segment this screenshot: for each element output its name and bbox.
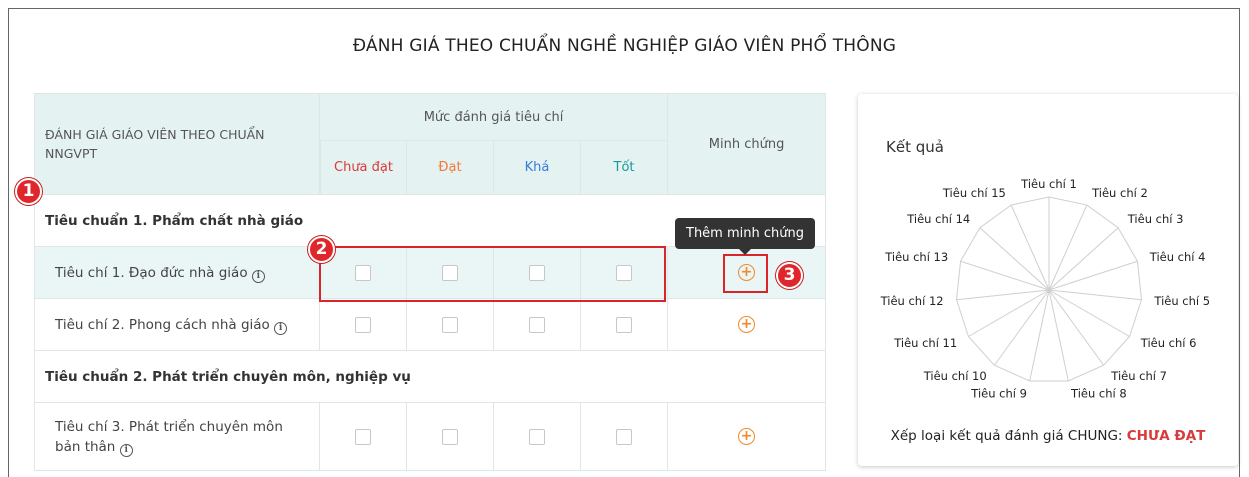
- checkbox-chua-dat[interactable]: [355, 428, 371, 445]
- checkbox-tot[interactable]: [616, 428, 633, 445]
- info-icon[interactable]: i: [119, 443, 133, 457]
- checkbox-dat[interactable]: [442, 428, 458, 445]
- header-criteria: ĐÁNH GIÁ GIÁO VIÊN THEO CHUẨN NNGVPT: [34, 93, 320, 195]
- checkbox-tot[interactable]: [616, 316, 633, 333]
- add-evidence-icon[interactable]: +: [738, 428, 756, 445]
- radar-axis-label: Tiêu chí 2: [1091, 186, 1148, 200]
- info-icon[interactable]: i: [274, 321, 288, 335]
- radar-axis-label: Tiêu chí 13: [884, 250, 948, 264]
- radar-chart: Tiêu chí 1 Tiêu chí 2 Tiêu chí 3 Tiêu chí 4…: [880, 177, 1210, 401]
- radar-spoke: [960, 260, 1050, 291]
- radar-spoke: [1048, 204, 1088, 291]
- radar-spoke: [979, 227, 1050, 291]
- result-card: Kết quả Tiêu chí 1 Tiêu chí 2 Tiêu chí 3 Ti…: [858, 94, 1238, 466]
- radar-axis-label: Tiêu chí 6: [1140, 336, 1197, 350]
- radar-axis-label: Tiêu chí 1: [1020, 177, 1077, 191]
- level-chua-dat: Chưa đạt: [320, 141, 407, 195]
- radar-axis-label: Tiêu chí 10: [923, 369, 987, 383]
- header-levels-group: Mức đánh giá tiêu chí: [320, 93, 669, 141]
- checkbox-kha[interactable]: [529, 428, 545, 445]
- highlight-box-levels: [319, 246, 666, 302]
- level-dat: Đạt: [407, 141, 494, 195]
- step-badge-2: 2: [308, 236, 335, 263]
- rank-value: CHƯA ĐẠT: [1126, 428, 1206, 444]
- criterion-label: Tiêu chí 2. Phong cách nhà giáo i: [34, 299, 320, 351]
- radar-axis-label: Tiêu chí 4: [1149, 250, 1206, 264]
- criterion-row: Tiêu chí 3. Phát triển chuyên môn bản th…: [34, 403, 827, 471]
- radar-axis-label: Tiêu chí 9: [970, 387, 1027, 401]
- step-badge-1: 1: [15, 178, 42, 205]
- standard-label: Tiêu chuẩn 2. Phát triển chuyên môn, ngh…: [34, 351, 827, 403]
- rank-line: Xếp loại kết quả đánh giá CHUNG: CHƯA ĐẠ…: [858, 428, 1238, 444]
- radar-axis-label: Tiêu chí 12: [880, 294, 944, 308]
- standard-row: Tiêu chuẩn 2. Phát triển chuyên môn, ngh…: [34, 351, 827, 403]
- radar-axis-label: Tiêu chí 8: [1070, 387, 1127, 401]
- radar-axis-label: Tiêu chí 5: [1153, 294, 1210, 308]
- tooltip-add-evidence: Thêm minh chứng: [675, 218, 815, 255]
- criterion-text: Tiêu chí 1. Đạo đức nhà giáo: [55, 264, 248, 281]
- radar-grid: [956, 196, 1142, 382]
- radar-spoke: [1048, 227, 1119, 291]
- radar-axis-label: Tiêu chí 7: [1110, 369, 1167, 383]
- radar-spoke: [1010, 204, 1050, 291]
- criterion-label: Tiêu chí 3. Phát triển chuyên môn bản th…: [34, 403, 320, 471]
- radar-axis-label: Tiêu chí 14: [906, 212, 970, 226]
- radar-axis-label: Tiêu chí 11: [893, 336, 957, 350]
- checkbox-kha[interactable]: [529, 316, 545, 333]
- checkbox-chua-dat[interactable]: [355, 316, 371, 333]
- info-icon[interactable]: i: [251, 269, 265, 283]
- step-badge-3: 3: [776, 262, 803, 289]
- criterion-text: Tiêu chí 2. Phong cách nhà giáo: [55, 316, 270, 333]
- rank-label: Xếp loại kết quả đánh giá CHUNG:: [890, 428, 1123, 444]
- level-tot: Tốt: [581, 141, 669, 195]
- page-title: ĐÁNH GIÁ THEO CHUẨN NGHỀ NGHIỆP GIÁO VIÊ…: [352, 36, 897, 56]
- criterion-label: Tiêu chí 1. Đạo đức nhà giáo i: [34, 247, 320, 299]
- criterion-text: Tiêu chí 3. Phát triển chuyên môn bản th…: [55, 418, 283, 455]
- radar-spoke: [1048, 260, 1138, 291]
- checkbox-dat[interactable]: [442, 316, 458, 333]
- add-evidence-icon[interactable]: +: [738, 316, 756, 333]
- radar-axis-label: Tiêu chí 3: [1127, 212, 1184, 226]
- criterion-row: Tiêu chí 2. Phong cách nhà giáo i +: [34, 299, 827, 351]
- level-kha: Khá: [494, 141, 581, 195]
- highlight-box-evidence: [723, 254, 768, 293]
- radar-axis-label: Tiêu chí 15: [942, 186, 1006, 200]
- header-evidence: Minh chứng: [668, 93, 827, 195]
